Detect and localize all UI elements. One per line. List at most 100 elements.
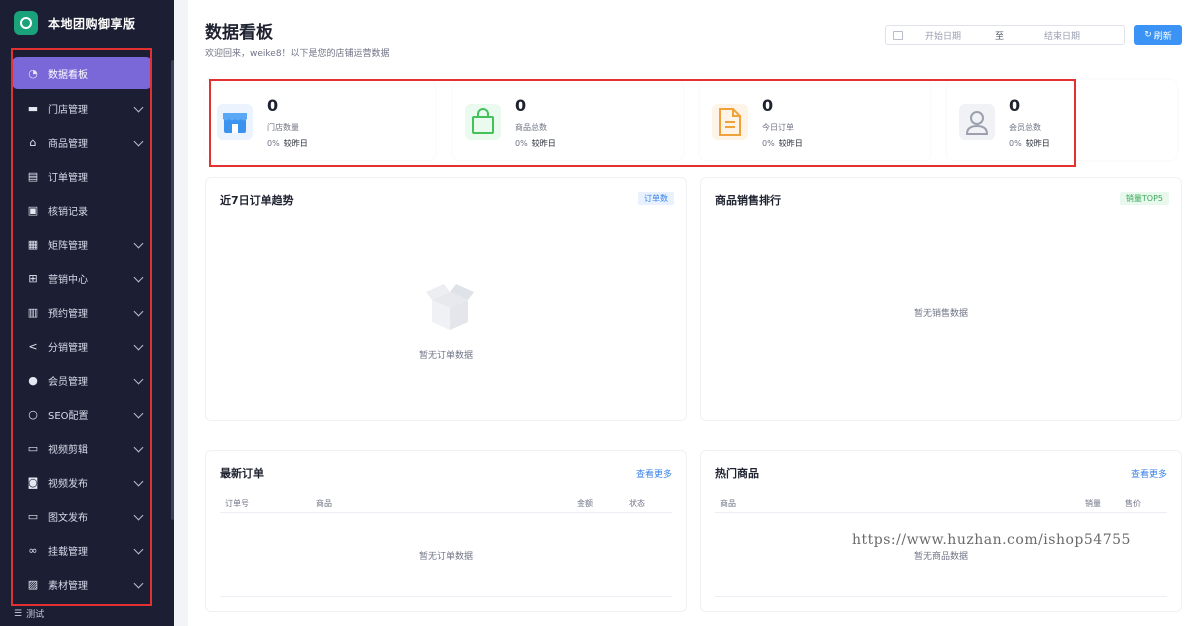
stat-card-stores: 0 门店数量 0% 较昨日 [205,80,435,160]
sidebar-item-label: 预约管理 [48,308,88,320]
refresh-icon: ↻ [1144,30,1152,40]
column-header: 订单号 [225,499,249,508]
table-header: 商品 销量 售价 [715,495,1167,513]
sidebar: 本地团购御享版 ◔ 数据看板 ▬ 门店管理 ⌂ 商品管理 ▤ 订单管理 ▣ 核销记录 ▦ 矩阵管理 ⊞ 营… [0,0,174,626]
empty-box-icon [420,278,480,338]
column-header: 售价 [1125,499,1141,508]
sidebar-item-label: 商品管理 [48,138,88,150]
sidebar-item[interactable]: ▬ 门店管理 [12,91,152,125]
stat-label: 商品总数 [515,123,547,132]
date-range-picker[interactable]: 开始日期 至 结束日期 [885,25,1125,45]
stat-trend: 0% 较昨日 [762,139,803,148]
stat-label: 今日订单 [762,123,794,132]
camera-icon: ◙ [27,475,39,489]
stat-card-members: 0 会员总数 0% 较昨日 [947,80,1177,160]
sidebar-scrollbar[interactable] [171,60,174,520]
sidebar-item[interactable]: ▭ 图文发布 [12,499,152,533]
member-icon [959,104,995,140]
empty-state-text: 暂无订单数据 [418,552,473,562]
list-icon: ☰ [14,608,23,619]
order-count-tag[interactable]: 订单数 [638,192,674,205]
table-header: 订单号 商品 金额 状态 [220,495,672,513]
sidebar-item[interactable]: ▤ 订单管理 [12,159,152,193]
page-title: 数据看板 [205,23,273,43]
sidebar-item[interactable]: ⌂ 商品管理 [12,125,152,159]
sidebar-footer-item[interactable]: ☰ 测试 [14,607,44,621]
end-date-input[interactable]: 结束日期 [1044,29,1080,42]
share-icon: < [28,339,38,353]
view-more-link[interactable]: 查看更多 [636,467,672,480]
stat-label: 门店数量 [267,123,299,132]
stat-card-orders: 0 今日订单 0% 较昨日 [700,80,930,160]
chevron-down-icon [133,510,144,521]
calendar-icon [893,30,903,40]
hot-products-panel: 热门商品 查看更多 商品 销量 售价 暂无商品数据 [700,450,1182,612]
sidebar-item-label: SEO配置 [48,410,89,422]
sidebar-item-label: 营销中心 [48,274,88,286]
shopping-bag-icon [465,104,501,140]
chevron-down-icon [133,578,144,589]
refresh-button[interactable]: ↻ 刷新 [1134,25,1182,45]
sidebar-item-label: 门店管理 [48,104,88,116]
sidebar-item-label: 素材管理 [48,580,88,592]
view-more-link[interactable]: 查看更多 [1131,467,1167,480]
refresh-label: 刷新 [1153,31,1172,42]
sidebar-item[interactable]: ∞ 挂载管理 [12,533,152,567]
image-text-icon: ▭ [27,509,39,523]
column-header: 销量 [1085,499,1101,508]
picture-icon: ▨ [27,577,39,591]
chevron-down-icon [133,306,144,317]
brand-title: 本地团购御享版 [48,16,136,31]
column-header: 商品 [720,499,736,508]
sidebar-item[interactable]: ◙ 视频发布 [12,465,152,499]
brand[interactable]: 本地团购御享版 [0,0,174,46]
brand-logo-icon [14,11,38,35]
sidebar-item-label: 视频剪辑 [48,444,88,456]
chevron-down-icon [133,442,144,453]
chevron-down-icon [133,544,144,555]
empty-state-text: 暂无商品数据 [913,552,968,562]
sidebar-item[interactable]: ▣ 核销记录 [12,193,152,227]
dashboard-icon: ◔ [28,66,38,80]
stat-trend: 0% 较昨日 [515,139,556,148]
sidebar-item[interactable]: ⊞ 营销中心 [12,261,152,295]
panel-title: 最新订单 [220,467,264,480]
watermark-text: https://www.huzhan.com/ishop54755 [852,532,1131,548]
sidebar-item[interactable]: ◔ 数据看板 [12,57,152,89]
sidebar-item[interactable]: ○ SEO配置 [12,397,152,431]
sidebar-item-label: 订单管理 [48,172,88,184]
link-icon: ∞ [28,543,38,557]
stat-value: 0 [762,96,774,115]
sidebar-item[interactable]: < 分销管理 [12,329,152,363]
sidebar-item-label: 数据看板 [48,69,88,81]
top5-tag[interactable]: 销量TOP5 [1119,192,1169,205]
chevron-down-icon [133,374,144,385]
stat-card-products: 0 商品总数 0% 较昨日 [453,80,683,160]
sidebar-item-label: 核销记录 [48,206,88,218]
sales-ranking-panel: 商品销售排行 销量TOP5 暂无销售数据 [700,177,1182,421]
sidebar-item[interactable]: ▥ 预约管理 [12,295,152,329]
main-content: 数据看板 欢迎回来，weike8！以下是您的店铺运营数据 开始日期 至 结束日期… [188,0,1200,626]
column-header: 状态 [629,499,645,508]
stat-trend: 0% 较昨日 [267,139,308,148]
empty-state-text: 暂无订单数据 [418,351,473,361]
start-date-input[interactable]: 开始日期 [925,29,975,42]
sidebar-item[interactable]: ▭ 视频剪辑 [12,431,152,465]
chevron-down-icon [133,340,144,351]
sidebar-item[interactable]: ▦ 矩阵管理 [12,227,152,261]
gift-icon: ⊞ [28,271,38,285]
calendar-icon: ▥ [27,305,39,319]
user-icon: ● [28,373,38,387]
sidebar-item[interactable]: ▨ 素材管理 [12,567,152,601]
video-icon: ▭ [27,441,39,455]
latest-orders-panel: 最新订单 查看更多 订单号 商品 金额 状态 暂无订单数据 [205,450,687,612]
sidebar-item[interactable]: ● 会员管理 [12,363,152,397]
panel-title: 商品销售排行 [715,194,781,207]
sidebar-menu: ◔ 数据看板 ▬ 门店管理 ⌂ 商品管理 ▤ 订单管理 ▣ 核销记录 ▦ 矩阵管理 ⊞ 营销中心 ▥ 预约管理… [12,57,152,601]
stat-label: 会员总数 [1009,123,1041,132]
panel-title: 热门商品 [715,467,759,480]
chevron-down-icon [133,272,144,283]
grid-icon: ▦ [27,237,39,251]
document-icon: ▤ [27,169,39,183]
date-separator: 至 [995,31,1005,42]
